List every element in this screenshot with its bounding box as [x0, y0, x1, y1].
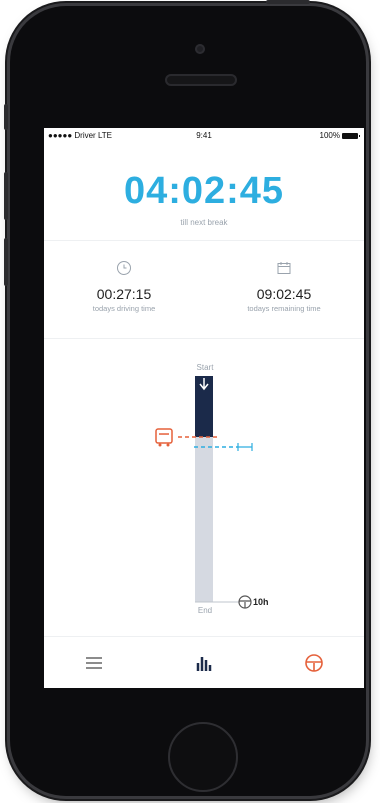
steering-wheel-icon: [238, 595, 252, 609]
truck-icon: [155, 428, 173, 447]
calendar-icon: [277, 262, 291, 274]
remaining-time-stat: 09:02:45 todays remaining time: [204, 260, 364, 313]
remaining-time-label: todays remaining time: [247, 304, 321, 313]
clock-icon: [117, 261, 131, 275]
power-button: [266, 0, 310, 4]
front-camera: [195, 44, 205, 54]
volume-up-button: [4, 172, 8, 220]
bar-chart-icon[interactable]: [192, 651, 216, 675]
divider: [44, 240, 364, 241]
clock-time: 9:41: [196, 131, 212, 140]
steering-wheel-nav-icon[interactable]: [302, 651, 326, 675]
remaining-time-value: 09:02:45: [256, 286, 312, 302]
battery-status: 100%: [319, 131, 360, 140]
remaining-segment: [195, 437, 213, 602]
driving-time-stat: 00:27:15 todays driving time: [44, 260, 204, 313]
driving-time-label: todays driving time: [92, 304, 156, 313]
countdown-label: till next break: [180, 218, 228, 227]
mute-switch: [4, 104, 8, 130]
status-bar: ●●●●● Driver LTE 9:41 100%: [44, 128, 364, 142]
volume-down-button: [4, 238, 8, 286]
countdown-timer: 04:02:45: [123, 170, 285, 212]
battery-icon: [342, 132, 360, 139]
home-button[interactable]: [168, 722, 238, 792]
end-label: End: [198, 606, 212, 615]
bottom-navigation: [44, 636, 364, 688]
battery-percent: 100%: [319, 131, 340, 140]
earpiece-speaker: [165, 74, 237, 86]
app-screen: ●●●●● Driver LTE 9:41 100% 04:02:45 till…: [44, 128, 364, 688]
drive-progress-chart: Start End 10h: [155, 363, 269, 615]
break-interval-icon: [237, 443, 253, 452]
driving-time-value: 00:27:15: [96, 286, 152, 302]
menu-icon[interactable]: [82, 651, 106, 675]
goal-label: 10h: [253, 597, 269, 607]
start-label: Start: [197, 363, 215, 372]
